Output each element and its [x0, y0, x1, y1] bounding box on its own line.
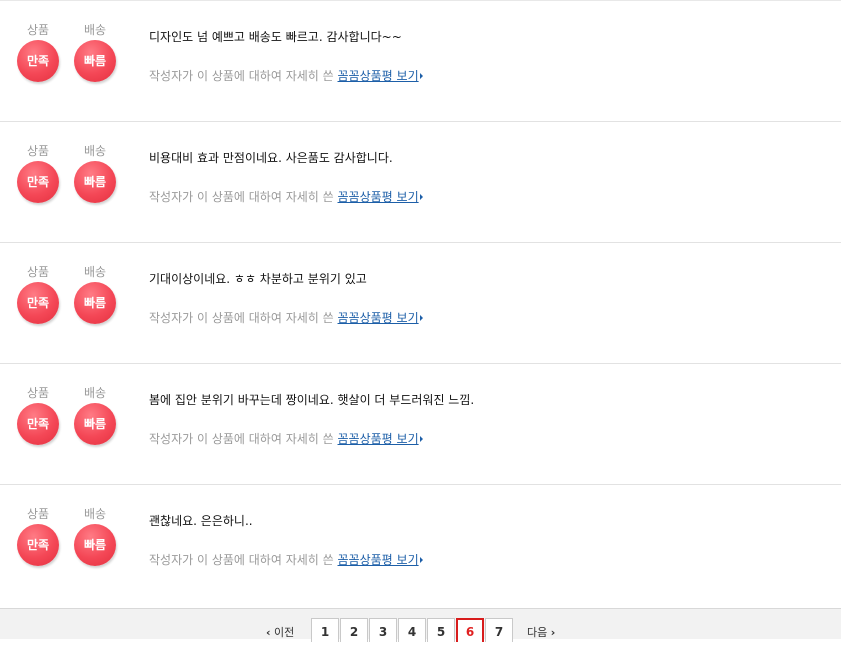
- review-content: 기대이상이네요. ㅎㅎ 차분하고 분위기 있고 작성자가 이 상품에 대하여 자…: [149, 270, 831, 327]
- product-satisfied-badge: 만족: [17, 40, 59, 82]
- next-page-label: 다음: [527, 626, 548, 639]
- arrow-right-icon: [419, 194, 423, 200]
- review-meta: 작성자가 이 상품에 대하여 자세히 쓴 꼼꼼상품평 보기: [149, 551, 831, 569]
- detailed-review-link[interactable]: 꼼꼼상품평 보기: [338, 311, 419, 325]
- page-button[interactable]: 7: [485, 618, 513, 642]
- review-item: 상품 만족 배송 빠름 봄에 집안 분위기 바꾸는데 짱이네요. 햇살이 더 부…: [0, 363, 841, 484]
- detailed-review-link[interactable]: 꼼꼼상품평 보기: [338, 190, 419, 204]
- review-text: 봄에 집안 분위기 바꾸는데 짱이네요. 햇살이 더 부드러워진 느낌.: [149, 393, 475, 407]
- product-rating-label: 상품: [26, 23, 50, 37]
- review-text: 디자인도 넘 예쁘고 배송도 빠르고. 감사합니다~~: [149, 30, 402, 44]
- delivery-rating-label: 배송: [83, 23, 107, 37]
- detailed-review-link[interactable]: 꼼꼼상품평 보기: [338, 69, 419, 83]
- delivery-fast-badge: 빠름: [74, 282, 116, 324]
- delivery-rating: 배송 빠름: [73, 23, 117, 82]
- delivery-rating-label: 배송: [83, 386, 107, 400]
- delivery-rating: 배송 빠름: [73, 386, 117, 445]
- product-rating: 상품 만족: [16, 144, 60, 203]
- review-item: 상품 만족 배송 빠름 괜찮네요. 은은하니.. 작성자가 이 상품에 대하여 …: [0, 484, 841, 605]
- current-page-button[interactable]: 6: [456, 618, 484, 642]
- delivery-rating: 배송 빠름: [73, 265, 117, 324]
- next-page-button[interactable]: 다음 ›: [527, 626, 555, 640]
- detailed-review-link[interactable]: 꼼꼼상품평 보기: [338, 432, 419, 446]
- page-numbers: 1 2 3 4 5 6 7: [311, 618, 514, 642]
- delivery-fast-badge: 빠름: [74, 40, 116, 82]
- review-text: 비용대비 효과 만점이네요. 사은품도 감사합니다.: [149, 151, 393, 165]
- review-meta: 작성자가 이 상품에 대하여 자세히 쓴 꼼꼼상품평 보기: [149, 430, 831, 448]
- review-item: 상품 만족 배송 빠름 디자인도 넘 예쁘고 배송도 빠르고. 감사합니다~~ …: [0, 0, 841, 121]
- product-rating: 상품 만족: [16, 507, 60, 566]
- pagination-bar: ‹ 이전 1 2 3 4 5 6 7 다음 ›: [0, 608, 841, 642]
- delivery-rating: 배송 빠름: [73, 507, 117, 566]
- review-meta-text: 작성자가 이 상품에 대하여 자세히 쓴: [149, 432, 334, 446]
- review-meta-text: 작성자가 이 상품에 대하여 자세히 쓴: [149, 69, 334, 83]
- product-satisfied-badge: 만족: [17, 524, 59, 566]
- product-rating-label: 상품: [26, 507, 50, 521]
- review-content: 디자인도 넘 예쁘고 배송도 빠르고. 감사합니다~~ 작성자가 이 상품에 대…: [149, 28, 831, 85]
- page-button[interactable]: 2: [340, 618, 368, 642]
- chevron-left-icon: ‹: [266, 626, 271, 639]
- product-rating-label: 상품: [26, 386, 50, 400]
- review-meta-text: 작성자가 이 상품에 대하여 자세히 쓴: [149, 553, 334, 567]
- product-satisfied-badge: 만족: [17, 161, 59, 203]
- prev-page-button[interactable]: ‹ 이전: [266, 626, 294, 640]
- page-button[interactable]: 5: [427, 618, 455, 642]
- chevron-right-icon: ›: [550, 626, 556, 639]
- product-rating-label: 상품: [26, 265, 50, 279]
- delivery-fast-badge: 빠름: [74, 524, 116, 566]
- review-text: 기대이상이네요. ㅎㅎ 차분하고 분위기 있고: [149, 272, 367, 286]
- review-item: 상품 만족 배송 빠름 비용대비 효과 만점이네요. 사은품도 감사합니다. 작…: [0, 121, 841, 242]
- page-button[interactable]: 3: [369, 618, 397, 642]
- delivery-rating-label: 배송: [83, 507, 107, 521]
- page-button[interactable]: 4: [398, 618, 426, 642]
- delivery-fast-badge: 빠름: [74, 403, 116, 445]
- review-meta: 작성자가 이 상품에 대하여 자세히 쓴 꼼꼼상품평 보기: [149, 67, 831, 85]
- arrow-right-icon: [419, 73, 423, 79]
- review-list: 상품 만족 배송 빠름 디자인도 넘 예쁘고 배송도 빠르고. 감사합니다~~ …: [0, 0, 841, 605]
- delivery-rating-label: 배송: [83, 265, 107, 279]
- delivery-fast-badge: 빠름: [74, 161, 116, 203]
- product-rating-label: 상품: [26, 144, 50, 158]
- arrow-right-icon: [419, 557, 423, 563]
- review-item: 상품 만족 배송 빠름 기대이상이네요. ㅎㅎ 차분하고 분위기 있고 작성자가…: [0, 242, 841, 363]
- review-content: 괜찮네요. 은은하니.. 작성자가 이 상품에 대하여 자세히 쓴 꼼꼼상품평 …: [149, 512, 831, 569]
- delivery-rating-label: 배송: [83, 144, 107, 158]
- arrow-right-icon: [419, 436, 423, 442]
- arrow-right-icon: [419, 315, 423, 321]
- detailed-review-link[interactable]: 꼼꼼상품평 보기: [338, 553, 419, 567]
- prev-page-label: 이전: [274, 626, 295, 639]
- review-text: 괜찮네요. 은은하니..: [149, 514, 253, 528]
- review-content: 비용대비 효과 만점이네요. 사은품도 감사합니다. 작성자가 이 상품에 대하…: [149, 149, 831, 206]
- product-satisfied-badge: 만족: [17, 403, 59, 445]
- delivery-rating: 배송 빠름: [73, 144, 117, 203]
- review-content: 봄에 집안 분위기 바꾸는데 짱이네요. 햇살이 더 부드러워진 느낌. 작성자…: [149, 391, 831, 448]
- page-button[interactable]: 1: [311, 618, 339, 642]
- product-rating: 상품 만족: [16, 386, 60, 445]
- product-rating: 상품 만족: [16, 23, 60, 82]
- product-satisfied-badge: 만족: [17, 282, 59, 324]
- review-meta: 작성자가 이 상품에 대하여 자세히 쓴 꼼꼼상품평 보기: [149, 188, 831, 206]
- review-meta: 작성자가 이 상품에 대하여 자세히 쓴 꼼꼼상품평 보기: [149, 309, 831, 327]
- product-rating: 상품 만족: [16, 265, 60, 324]
- review-meta-text: 작성자가 이 상품에 대하여 자세히 쓴: [149, 190, 334, 204]
- review-meta-text: 작성자가 이 상품에 대하여 자세히 쓴: [149, 311, 334, 325]
